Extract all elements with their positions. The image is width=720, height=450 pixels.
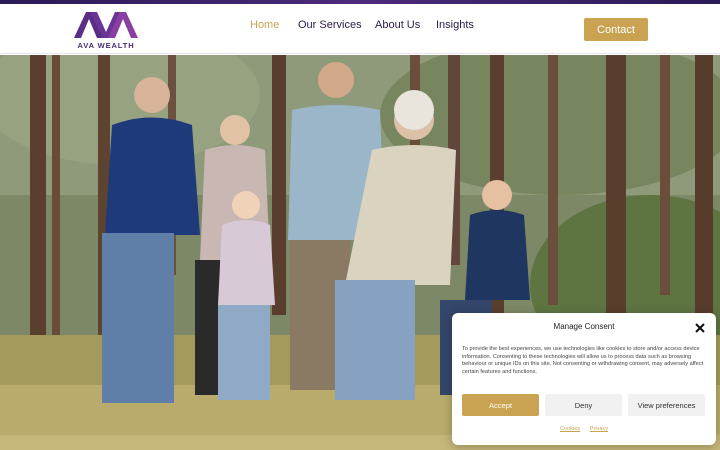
- logo-mark-icon: [74, 12, 138, 38]
- contact-button[interactable]: Contact: [584, 18, 648, 41]
- view-preferences-button[interactable]: View preferences: [628, 394, 705, 416]
- consent-description: To provide the best experiences, we use …: [462, 346, 704, 375]
- nav-home[interactable]: Home: [250, 19, 279, 31]
- consent-title: Manage Consent: [553, 322, 615, 331]
- cookies-link[interactable]: Cookies: [560, 426, 580, 432]
- consent-links: Cookies Privacy: [452, 426, 716, 432]
- close-icon[interactable]: [694, 322, 706, 334]
- logo-text: AVA WEALTH: [77, 41, 135, 50]
- nav-insights[interactable]: Insights: [436, 19, 474, 31]
- deny-button[interactable]: Deny: [545, 394, 622, 416]
- ava-wealth-logo[interactable]: AVA WEALTH: [72, 10, 140, 52]
- accept-button[interactable]: Accept: [462, 394, 539, 416]
- cookie-consent-dialog: Manage Consent To provide the best exper…: [452, 313, 716, 445]
- nav-our-services[interactable]: Our Services: [298, 19, 362, 31]
- privacy-link[interactable]: Privacy: [590, 426, 608, 432]
- nav-about-us[interactable]: About Us: [375, 19, 420, 31]
